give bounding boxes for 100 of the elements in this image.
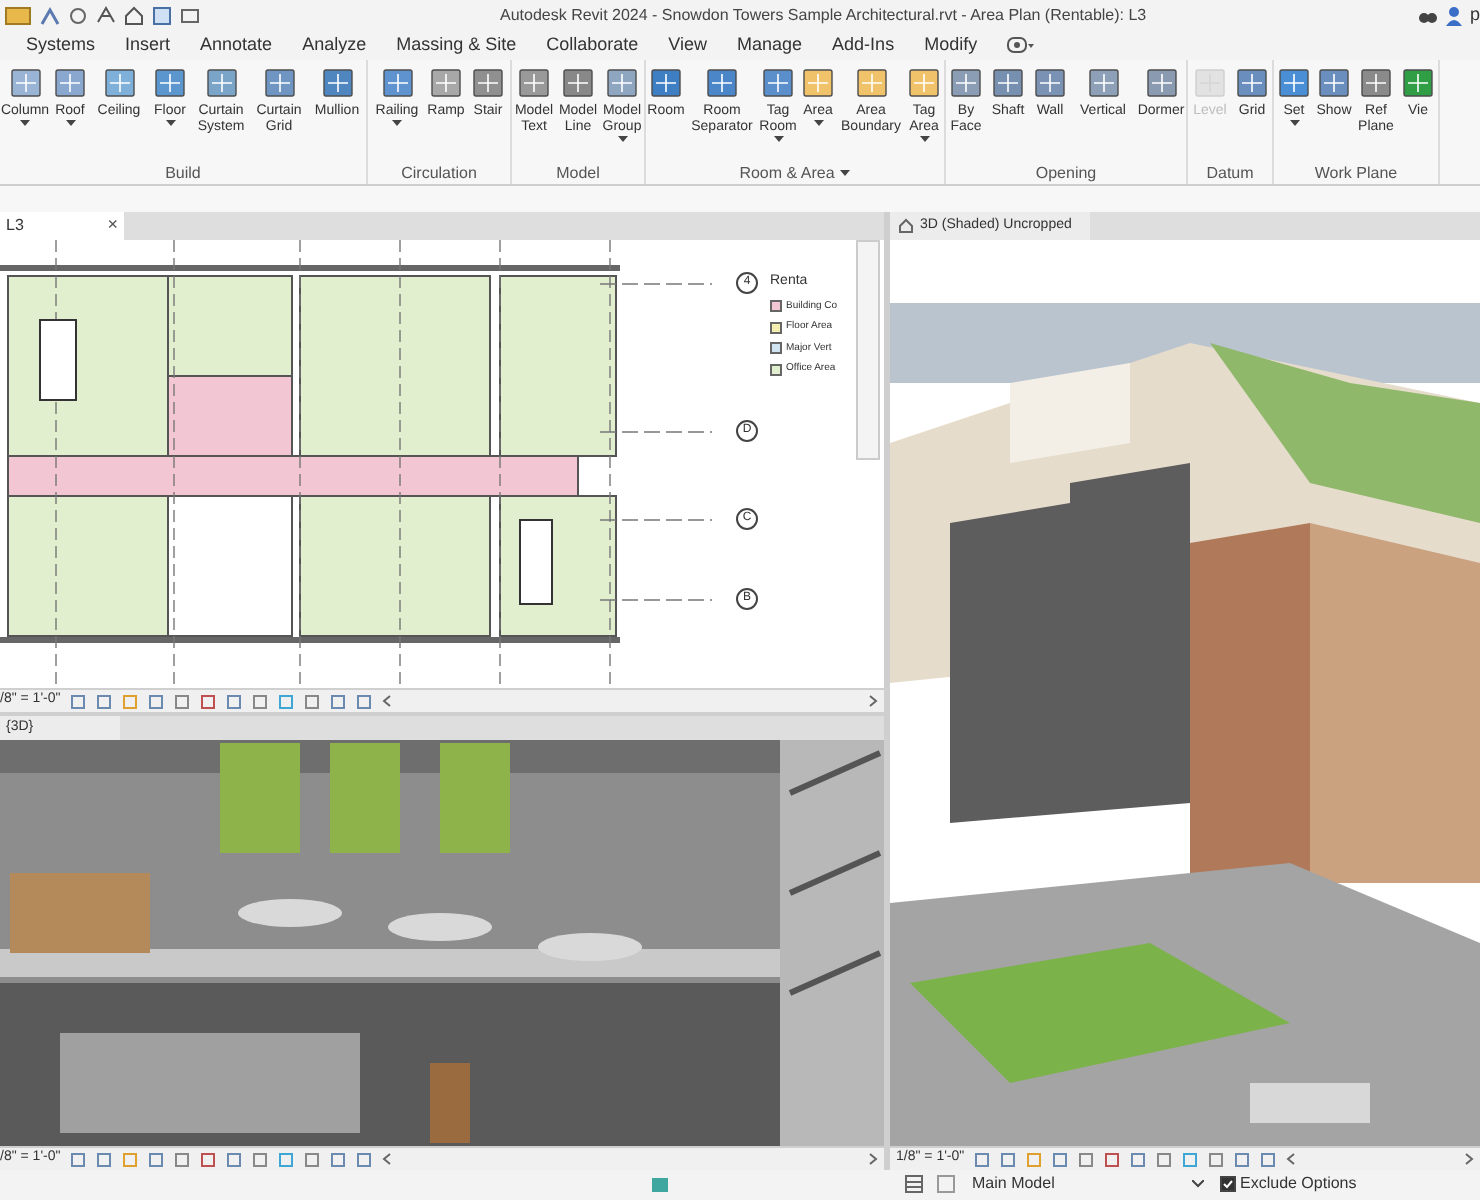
square-icon[interactable]: [974, 1151, 991, 1167]
square-icon[interactable]: [278, 693, 295, 709]
square-icon[interactable]: [356, 693, 373, 709]
check-icon: [1222, 1178, 1234, 1190]
square-icon[interactable]: [96, 1151, 113, 1167]
ribbon-tab[interactable]: Modify: [922, 31, 980, 59]
square-icon[interactable]: [96, 693, 113, 709]
square-icon: [560, 66, 596, 100]
square-icon[interactable]: [1052, 1151, 1069, 1167]
square-icon: [1143, 66, 1179, 100]
square-icon[interactable]: [1234, 1151, 1251, 1167]
square-icon[interactable]: [330, 693, 347, 709]
checkbox[interactable]: [1220, 1176, 1236, 1192]
caret-icon[interactable]: [813, 120, 823, 126]
square-icon[interactable]: [1208, 1151, 1225, 1167]
square-icon[interactable]: [70, 693, 87, 709]
panel-label[interactable]: Room & Area: [739, 161, 851, 184]
caret-icon[interactable]: [919, 136, 929, 142]
square-icon[interactable]: [200, 1151, 217, 1167]
table-icon[interactable]: [904, 1174, 924, 1194]
home-icon[interactable]: [124, 5, 144, 25]
square-icon[interactable]: [226, 1151, 243, 1167]
scroll-right-icon[interactable]: [868, 1152, 878, 1166]
square-icon: [470, 66, 506, 100]
square-icon[interactable]: [122, 693, 139, 709]
scroll-left-icon[interactable]: [382, 694, 393, 708]
square-icon: [906, 66, 942, 100]
caret-icon[interactable]: [617, 136, 627, 142]
square-icon: [7, 66, 43, 100]
square-icon[interactable]: [174, 693, 191, 709]
line-icon[interactable]: [40, 5, 60, 25]
caret-icon[interactable]: [392, 120, 402, 126]
square-icon[interactable]: [252, 1151, 269, 1167]
ribbon-tab[interactable]: Analyze: [300, 31, 369, 59]
caret-icon[interactable]: [165, 120, 175, 126]
ribbon-tab[interactable]: Collaborate: [544, 31, 641, 59]
square-icon[interactable]: [1182, 1151, 1199, 1167]
square-icon: [516, 66, 552, 100]
square-icon[interactable]: [304, 693, 321, 709]
square-icon: [203, 66, 239, 100]
square-icon: [1276, 66, 1312, 100]
ribbon-tab[interactable]: Add-Ins: [830, 31, 897, 59]
square-icon[interactable]: [226, 693, 243, 709]
square-icon: [52, 66, 88, 100]
contextual-tabs-icon[interactable]: [1005, 36, 1034, 54]
ribbon-tab[interactable]: Massing & Site: [394, 31, 519, 59]
ribbon-tab[interactable]: Manage: [735, 31, 805, 59]
ribbon-tab[interactable]: Insert: [123, 31, 173, 59]
caret-icon[interactable]: [773, 136, 783, 142]
square-icon: [1234, 66, 1270, 100]
user-name[interactable]: p: [1469, 1, 1480, 29]
square-icon: [319, 66, 355, 100]
square-icon[interactable]: [278, 1151, 295, 1167]
square-icon: [101, 66, 137, 100]
panel-label: Model: [556, 161, 600, 184]
square-icon[interactable]: [936, 1174, 956, 1194]
square-icon[interactable]: [1000, 1151, 1017, 1167]
caret-icon[interactable]: [20, 120, 30, 126]
square-icon[interactable]: [1104, 1151, 1121, 1167]
square-icon[interactable]: [174, 1151, 191, 1167]
square-icon: [1192, 66, 1228, 100]
square-icon[interactable]: [70, 1151, 87, 1167]
square-icon[interactable]: [252, 693, 269, 709]
caret-icon[interactable]: [65, 120, 75, 126]
square-icon[interactable]: [1130, 1151, 1147, 1167]
scroll-left-icon[interactable]: [382, 1152, 393, 1166]
ribbon-tab[interactable]: Annotate: [198, 31, 275, 59]
square-icon[interactable]: [200, 693, 217, 709]
square-icon: [760, 66, 796, 100]
square-icon[interactable]: [1026, 1151, 1043, 1167]
user-icon[interactable]: [1443, 5, 1464, 25]
ribbon-tab[interactable]: Systems: [24, 31, 98, 59]
square-icon: [853, 66, 889, 100]
square-icon: [379, 66, 415, 100]
square-icon[interactable]: [1078, 1151, 1095, 1167]
window-icon[interactable]: [180, 5, 200, 25]
model-dropdown[interactable]: Main Model: [968, 1172, 1208, 1196]
caret-icon[interactable]: [1289, 120, 1299, 126]
plan-view-tab[interactable]: L3 ×: [0, 212, 124, 240]
square-icon: [1400, 66, 1436, 100]
square-icon[interactable]: [304, 1151, 321, 1167]
close-button[interactable]: ×: [107, 212, 118, 240]
scroll-right-icon[interactable]: [868, 694, 878, 708]
square-icon[interactable]: [148, 693, 165, 709]
scroll-left-icon[interactable]: [1286, 1152, 1297, 1166]
square-icon[interactable]: [148, 1151, 165, 1167]
panel-label: Circulation: [401, 161, 477, 184]
square-icon[interactable]: [330, 1151, 347, 1167]
square-icon: [261, 66, 297, 100]
scroll-right-icon[interactable]: [1464, 1152, 1474, 1166]
square-icon[interactable]: [1156, 1151, 1173, 1167]
window-title: Autodesk Revit 2024 - Snowdon Towers Sample Architectural.rvt - Area Plan (Rentable): L3: [500, 4, 1147, 28]
square-icon[interactable]: [122, 1151, 139, 1167]
ribbon-tab[interactable]: View: [666, 31, 710, 59]
square-icon[interactable]: [1260, 1151, 1277, 1167]
text-icon[interactable]: [96, 5, 116, 25]
square-icon[interactable]: [356, 1151, 373, 1167]
circle-icon[interactable]: [68, 5, 88, 25]
square-icon: [948, 66, 984, 100]
panel-label: Opening: [1035, 161, 1097, 184]
